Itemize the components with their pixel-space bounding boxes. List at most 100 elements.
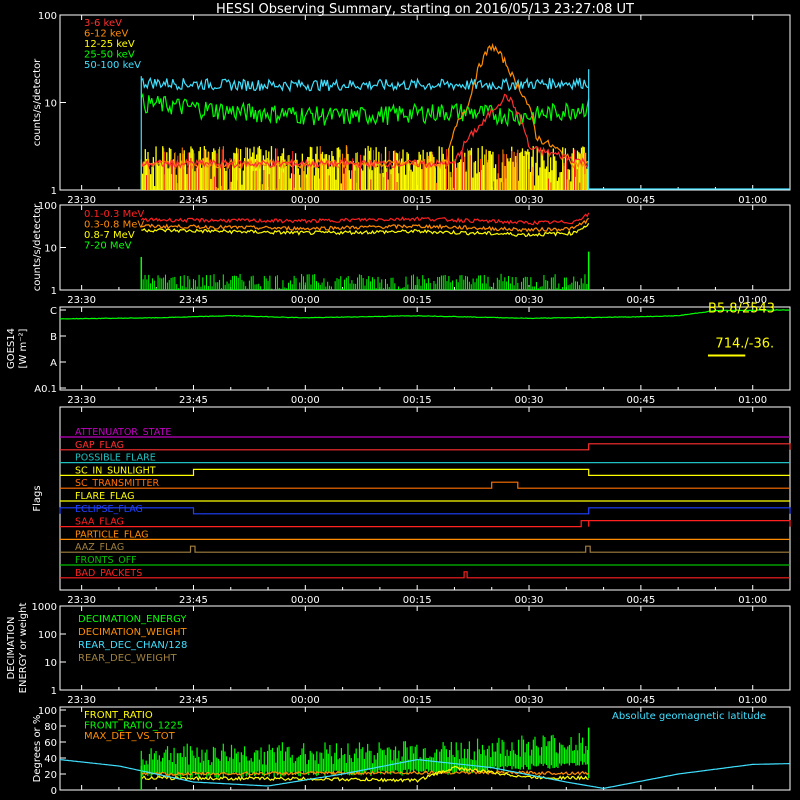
y-tick-label: 60	[44, 738, 57, 749]
y-axis-label: DECIMATION	[6, 616, 17, 679]
x-tick-label: 00:00	[291, 395, 320, 406]
legend-entry: 3-6 keV	[84, 18, 122, 29]
legend-entry: 6-12 keV	[84, 29, 128, 40]
series-line-0-3-0-8-mev	[141, 217, 590, 233]
legend-entry: DECIMATION_WEIGHT	[78, 627, 187, 638]
y-axis-label: counts/s/detector	[32, 58, 43, 146]
goes-annotation: B5.8/2543	[708, 302, 775, 317]
x-tick-label: 01:00	[738, 395, 767, 406]
goes-annotation: 714./-36.	[715, 337, 774, 352]
legend-entry: Absolute geomagnetic latitude	[612, 711, 766, 722]
x-tick-label: 01:00	[738, 195, 767, 206]
flag-label: SC_IN_SUNLIGHT	[75, 465, 156, 476]
legend-entry: DECIMATION_ENERGY	[78, 614, 187, 625]
x-tick-label: 23:45	[179, 395, 208, 406]
x-tick-label: 23:45	[179, 595, 208, 606]
flag-trace	[60, 520, 791, 528]
legend-entry: 25-50 keV	[84, 50, 135, 61]
y-axis-label: counts/s/detector	[32, 203, 43, 291]
flag-label: FRONTS_OFF	[75, 555, 137, 566]
x-tick-label: 00:00	[291, 695, 320, 706]
y-tick-label: 1	[51, 186, 57, 197]
x-tick-label: 23:30	[67, 195, 96, 206]
x-tick-label: 23:30	[67, 595, 96, 606]
y-axis-label: Flags	[32, 485, 43, 511]
x-tick-label: 00:45	[626, 195, 655, 206]
y-axis-label-2: ENERGY or weight	[18, 603, 29, 694]
x-tick-label: 23:45	[179, 195, 208, 206]
flag-trace	[60, 571, 790, 579]
x-tick-label: 00:45	[626, 595, 655, 606]
x-tick-label: 00:15	[403, 595, 432, 606]
panel-frame	[59, 306, 791, 391]
x-tick-label: 00:15	[403, 295, 432, 306]
x-tick-label: 01:00	[738, 695, 767, 706]
flag-trace	[60, 468, 790, 476]
x-tick-label: 23:30	[67, 395, 96, 406]
x-tick-label: 00:45	[626, 395, 655, 406]
x-tick-label: 00:00	[291, 195, 320, 206]
legend-entry: 12-25 keV	[84, 39, 135, 50]
legend-entry: REAR_DEC_CHAN/128	[78, 640, 187, 651]
flag-trace	[59, 507, 791, 515]
x-tick-label: 23:45	[179, 695, 208, 706]
y-tick-label: 1	[51, 686, 57, 697]
x-tick-label: 01:00	[738, 595, 767, 606]
x-tick-label: 00:30	[515, 695, 544, 706]
series-line-0-1-0-3-mev	[140, 212, 590, 226]
legend-entry: 7-20 MeV	[84, 241, 132, 252]
y-tick-label: 20	[44, 770, 57, 781]
flag-trace	[60, 545, 790, 553]
y-tick-label: 10	[44, 244, 57, 255]
legend-entry: MAX_DET_VS_TOT	[84, 731, 176, 742]
y-tick-label: 80	[44, 722, 57, 733]
y-axis-label: Degrees or %	[32, 715, 43, 783]
flag-label: SAA_FLAG	[75, 517, 124, 528]
x-tick-label: 00:45	[626, 295, 655, 306]
y-tick-label: 40	[44, 754, 57, 765]
x-tick-label: 00:30	[515, 195, 544, 206]
y-tick-label: 10	[44, 99, 57, 110]
x-tick-label: 23:30	[67, 295, 96, 306]
flag-trace	[60, 443, 791, 451]
flag-label: AAZ_FLAG	[75, 542, 124, 553]
flag-label: SC_TRANSMITTER	[75, 478, 160, 489]
series-line-goes	[59, 309, 791, 320]
y-tick-label: 10	[44, 658, 57, 669]
legend-entry: FRONT_RATIO_1225	[84, 721, 183, 732]
y-tick-label: 100	[38, 630, 57, 641]
y-tick-label: 100	[38, 11, 57, 22]
x-tick-label: 00:15	[403, 195, 432, 206]
legend-entry: REAR_DEC_WEIGHT	[78, 653, 177, 664]
x-tick-label: 00:30	[515, 595, 544, 606]
x-tick-label: 00:15	[403, 395, 432, 406]
x-tick-label: 00:30	[515, 295, 544, 306]
x-tick-label: 23:45	[179, 295, 208, 306]
y-axis-label-2: [W m⁻²]	[18, 328, 29, 368]
panels-layer: 23:30 23:45 00:00 00:15 00:30 00:45 01:0011010…	[6, 11, 791, 797]
x-tick-label: 00:00	[291, 595, 320, 606]
hessi-summary-figure: HESSI Observing Summary, starting on 201…	[6, 2, 791, 797]
y-tick-label: 0	[51, 786, 57, 797]
legend-entry: 0.8-7 MeV	[84, 230, 135, 241]
legend-entry: 50-100 keV	[84, 60, 141, 71]
flag-label: ATTENUATOR_STATE	[75, 427, 171, 438]
series-line-50-100-kev	[140, 76, 589, 93]
flag-label: PARTICLE_FLAG	[75, 529, 148, 540]
y-tick-label: 1000	[32, 602, 57, 613]
flag-label: POSSIBLE_FLARE	[75, 453, 156, 464]
y-tick-label: A	[50, 358, 57, 369]
y-axis-label: GOES14	[6, 328, 17, 369]
series-line-25-50-kev	[140, 92, 590, 128]
flag-label: FLARE_FLAG	[75, 491, 135, 502]
legend-entry: 0.3-0.8 MeV	[84, 220, 144, 231]
flag-label: ECLIPSE_FLAG	[75, 504, 143, 515]
legend-entry: 0.1-0.3 MeV	[84, 209, 144, 220]
x-tick-label: 00:45	[626, 695, 655, 706]
x-tick-label: 23:30	[67, 695, 96, 706]
flag-label: BAD_PACKETS	[75, 568, 142, 579]
x-tick-label: 00:00	[291, 295, 320, 306]
flag-label: GAP_FLAG	[75, 440, 124, 451]
x-tick-label: 00:15	[403, 695, 432, 706]
y-tick-label: C	[50, 306, 57, 317]
